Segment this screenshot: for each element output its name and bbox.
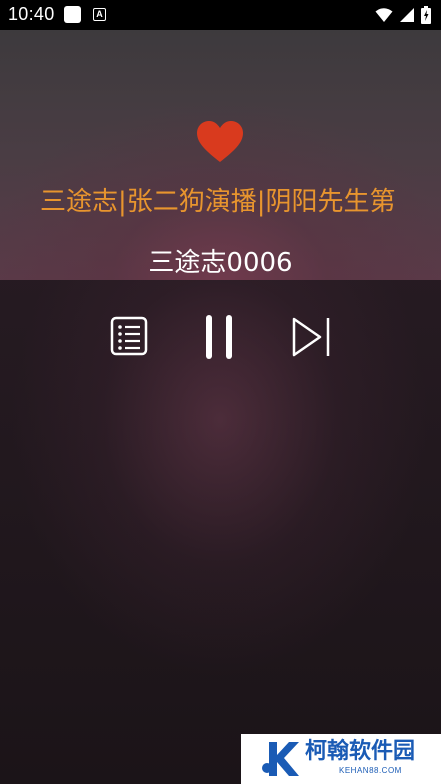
note-icon	[64, 6, 81, 23]
watermark-domain: KEHAN88.COM	[339, 766, 402, 775]
playlist-button[interactable]	[108, 310, 152, 364]
battery-icon	[421, 6, 431, 24]
a-icon: A	[93, 8, 106, 21]
pause-icon	[206, 315, 232, 359]
player-screen: 10:40 A 三途志|张二狗演播|阴阳先生第 三途志0006 柯翰软件园 KE…	[0, 0, 441, 784]
heart-icon[interactable]	[196, 120, 244, 164]
status-icons	[375, 5, 431, 25]
track-title: 三途志0006	[148, 248, 293, 278]
signal-icon	[400, 8, 414, 22]
playlist-icon	[110, 316, 148, 356]
wifi-icon	[375, 8, 393, 22]
kehan-logo-icon	[262, 742, 299, 776]
status-time: 10:40	[8, 4, 55, 24]
album-title: 三途志|张二狗演播|阴阳先生第	[40, 187, 396, 217]
skip-next-icon	[292, 317, 330, 357]
pause-button[interactable]	[198, 310, 242, 364]
album-title-marquee: 三途志|张二狗演播|阴阳先生第	[0, 182, 441, 222]
playback-controls	[0, 310, 441, 364]
next-track-button[interactable]	[288, 310, 332, 364]
status-bar: 10:40 A	[0, 0, 441, 30]
watermark-brand: 柯翰软件园	[305, 739, 416, 764]
site-watermark: 柯翰软件园 KEHAN88.COM	[241, 734, 441, 784]
now-playing-header: 三途志|张二狗演播|阴阳先生第 三途志0006	[0, 30, 441, 280]
